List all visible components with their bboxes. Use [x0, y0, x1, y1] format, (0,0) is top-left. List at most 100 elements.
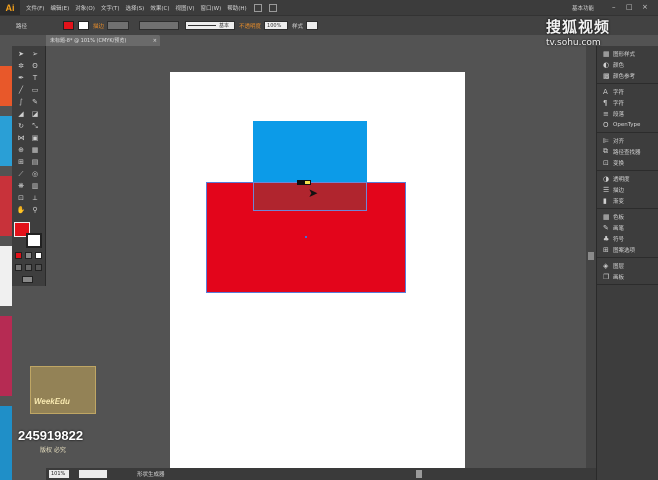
artboard-tool-icon[interactable]: ⊡ — [16, 194, 26, 202]
rotate-tool-icon[interactable]: ↻ — [16, 122, 26, 130]
strip-segment — [0, 176, 12, 236]
width-tool-icon[interactable]: ⋈ — [16, 134, 26, 142]
menu-object[interactable]: 对象(O) — [75, 4, 95, 12]
panel-item-paragraph[interactable]: ≡ 段落 — [597, 108, 658, 119]
direct-selection-tool-icon[interactable]: ➢ — [30, 50, 40, 58]
shape-builder-tool-icon[interactable]: ⊕ — [16, 146, 26, 154]
line-tool-icon[interactable]: ╱ — [16, 86, 26, 94]
minimize-icon[interactable]: – — [612, 3, 616, 11]
type-icon: A — [603, 87, 608, 96]
pencil-tool-icon[interactable]: ✎ — [30, 98, 40, 106]
magic-wand-tool-icon[interactable]: ✲ — [16, 62, 26, 70]
mesh-tool-icon[interactable]: ⊞ — [16, 158, 26, 166]
pen-tool-icon[interactable]: ✒ — [16, 74, 26, 82]
stroke-weight-field[interactable] — [107, 21, 130, 30]
draw-normal-icon[interactable] — [15, 264, 22, 271]
draw-inside-icon[interactable] — [35, 264, 42, 271]
panel-group: ▦ 色板 ✎ 画笔 ♣ 符号 ⊞ 图案选项 — [597, 209, 658, 258]
stroke-swatch[interactable] — [78, 21, 90, 30]
stroke-label[interactable]: 描边 — [93, 22, 104, 30]
stroke-color-swatch[interactable] — [26, 233, 42, 248]
menu-file[interactable]: 文件(F) — [26, 4, 44, 12]
panel-label: 字符 — [613, 100, 625, 107]
menu-help[interactable]: 帮助(H) — [227, 4, 246, 12]
blob-brush-tool-icon[interactable]: ◢ — [16, 110, 26, 118]
brush-definition[interactable]: 基本 — [185, 21, 236, 30]
rectangle-tool-icon[interactable]: ▭ — [30, 86, 40, 94]
perspective-grid-tool-icon[interactable]: ▦ — [30, 146, 40, 154]
panel-item-pattern-options[interactable]: ⊞ 图案选项 — [597, 244, 658, 255]
document-tab[interactable]: 未标题-8* @ 101% (CMYK/预览) × — [46, 35, 160, 46]
horizontal-scroll-thumb[interactable] — [416, 470, 422, 478]
zoom-tool-icon[interactable]: ⚲ — [30, 206, 40, 214]
eyedropper-tool-icon[interactable]: ⟋ — [16, 170, 26, 178]
paintbrush-tool-icon[interactable]: ∫ — [16, 98, 26, 106]
panel-label: 渐变 — [613, 198, 625, 205]
eraser-tool-icon[interactable]: ◪ — [30, 110, 40, 118]
fill-swatch[interactable] — [63, 21, 75, 30]
tools-panel: ➤ ➢ ✲ ʘ ✒ T ╱ ▭ ∫ ✎ ◢ ◪ ↻ ⤡ ⋈ ▣ ⊕ ▦ ⊞ ▤ … — [12, 46, 46, 286]
gradient-tool-icon[interactable]: ▤ — [30, 158, 40, 166]
panel-label: 变换 — [613, 160, 625, 167]
panel-item-swatches[interactable]: ▦ 色板 — [597, 211, 658, 222]
opacity-field[interactable]: 100% — [264, 21, 289, 30]
color-mode-icon[interactable] — [15, 252, 22, 259]
arrange-docs-icon[interactable] — [268, 3, 277, 12]
opacity-label[interactable]: 不透明度 — [239, 22, 261, 30]
symbol-sprayer-tool-icon[interactable]: ❋ — [16, 182, 26, 190]
panel-item-graphic-styles[interactable]: ▦ 图形样式 — [597, 48, 658, 59]
workspace-switcher[interactable]: 基本功能 — [572, 4, 594, 12]
panel-dock: ▦ 图形样式 ◐ 颜色 ▩ 颜色参考 A 字符 ¶ 字符 ≡ 段落 O OpenType ⊫ 对… — [596, 46, 658, 480]
panel-item-symbols[interactable]: ♣ 符号 — [597, 233, 658, 244]
artboard-navigation[interactable] — [79, 470, 107, 478]
menu-effect[interactable]: 效果(C) — [150, 4, 169, 12]
menu-select[interactable]: 选择(S) — [126, 4, 145, 12]
bridge-icon[interactable] — [253, 3, 262, 12]
menu-window[interactable]: 窗口(W) — [201, 4, 222, 12]
screen-mode-icon[interactable] — [22, 276, 33, 283]
draw-behind-icon[interactable] — [25, 264, 32, 271]
vertical-scroll-thumb[interactable] — [588, 252, 594, 260]
menu-type[interactable]: 文字(T) — [101, 4, 120, 12]
zoom-level-field[interactable]: 101% — [49, 470, 69, 478]
watermark-number: 245919822 — [18, 428, 84, 443]
panel-item-stroke[interactable]: ☰ 描边 — [597, 184, 658, 195]
type-tool-icon[interactable]: T — [30, 74, 40, 82]
maximize-icon[interactable]: □ — [626, 3, 633, 11]
close-icon[interactable]: × — [642, 3, 648, 11]
free-transform-tool-icon[interactable]: ▣ — [30, 134, 40, 142]
menu-view[interactable]: 视图(V) — [175, 4, 194, 12]
panel-item-pathfinder[interactable]: ⧉ 路径查找器 — [597, 146, 658, 157]
panel-item-character-2[interactable]: ¶ 字符 — [597, 97, 658, 108]
column-graph-tool-icon[interactable]: ▥ — [30, 182, 40, 190]
scale-tool-icon[interactable]: ⤡ — [30, 122, 40, 130]
panel-item-artboards[interactable]: ❐ 画板 — [597, 271, 658, 282]
panel-group: ▦ 图形样式 ◐ 颜色 ▩ 颜色参考 — [597, 46, 658, 84]
symbols-icon: ♣ — [603, 234, 610, 243]
lasso-tool-icon[interactable]: ʘ — [30, 62, 40, 70]
panel-item-color[interactable]: ◐ 颜色 — [597, 59, 658, 70]
variable-width-profile[interactable] — [139, 21, 180, 30]
panel-item-character[interactable]: A 字符 — [597, 86, 658, 97]
panel-item-brushes[interactable]: ✎ 画笔 — [597, 222, 658, 233]
panel-group: ⊫ 对齐 ⧉ 路径查找器 ⊡ 变换 — [597, 133, 658, 171]
panel-item-layers[interactable]: ◈ 图层 — [597, 260, 658, 271]
selection-tool-icon[interactable]: ➤ — [16, 50, 26, 58]
none-mode-icon[interactable] — [35, 252, 42, 259]
hand-tool-icon[interactable]: ✋ — [16, 206, 26, 214]
slice-tool-icon[interactable]: ⟂ — [30, 194, 40, 202]
vertical-scrollbar[interactable] — [586, 46, 596, 468]
panel-item-color-guide[interactable]: ▩ 颜色参考 — [597, 70, 658, 81]
panel-item-transparency[interactable]: ◑ 透明度 — [597, 173, 658, 184]
panel-item-transform[interactable]: ⊡ 变换 — [597, 157, 658, 168]
panel-item-align[interactable]: ⊫ 对齐 — [597, 135, 658, 146]
gradient-mode-icon[interactable] — [25, 252, 32, 259]
panel-item-opentype[interactable]: O OpenType — [597, 119, 658, 130]
watermark-subtext: 版权 必究 — [40, 447, 66, 454]
panel-item-gradient[interactable]: ▮ 渐变 — [597, 195, 658, 206]
style-picker[interactable] — [306, 21, 319, 30]
blend-tool-icon[interactable]: ◎ — [30, 170, 40, 178]
menu-edit[interactable]: 编辑(E) — [50, 4, 69, 12]
close-tab-icon[interactable]: × — [153, 38, 157, 44]
panel-label: 路径查找器 — [613, 149, 641, 156]
